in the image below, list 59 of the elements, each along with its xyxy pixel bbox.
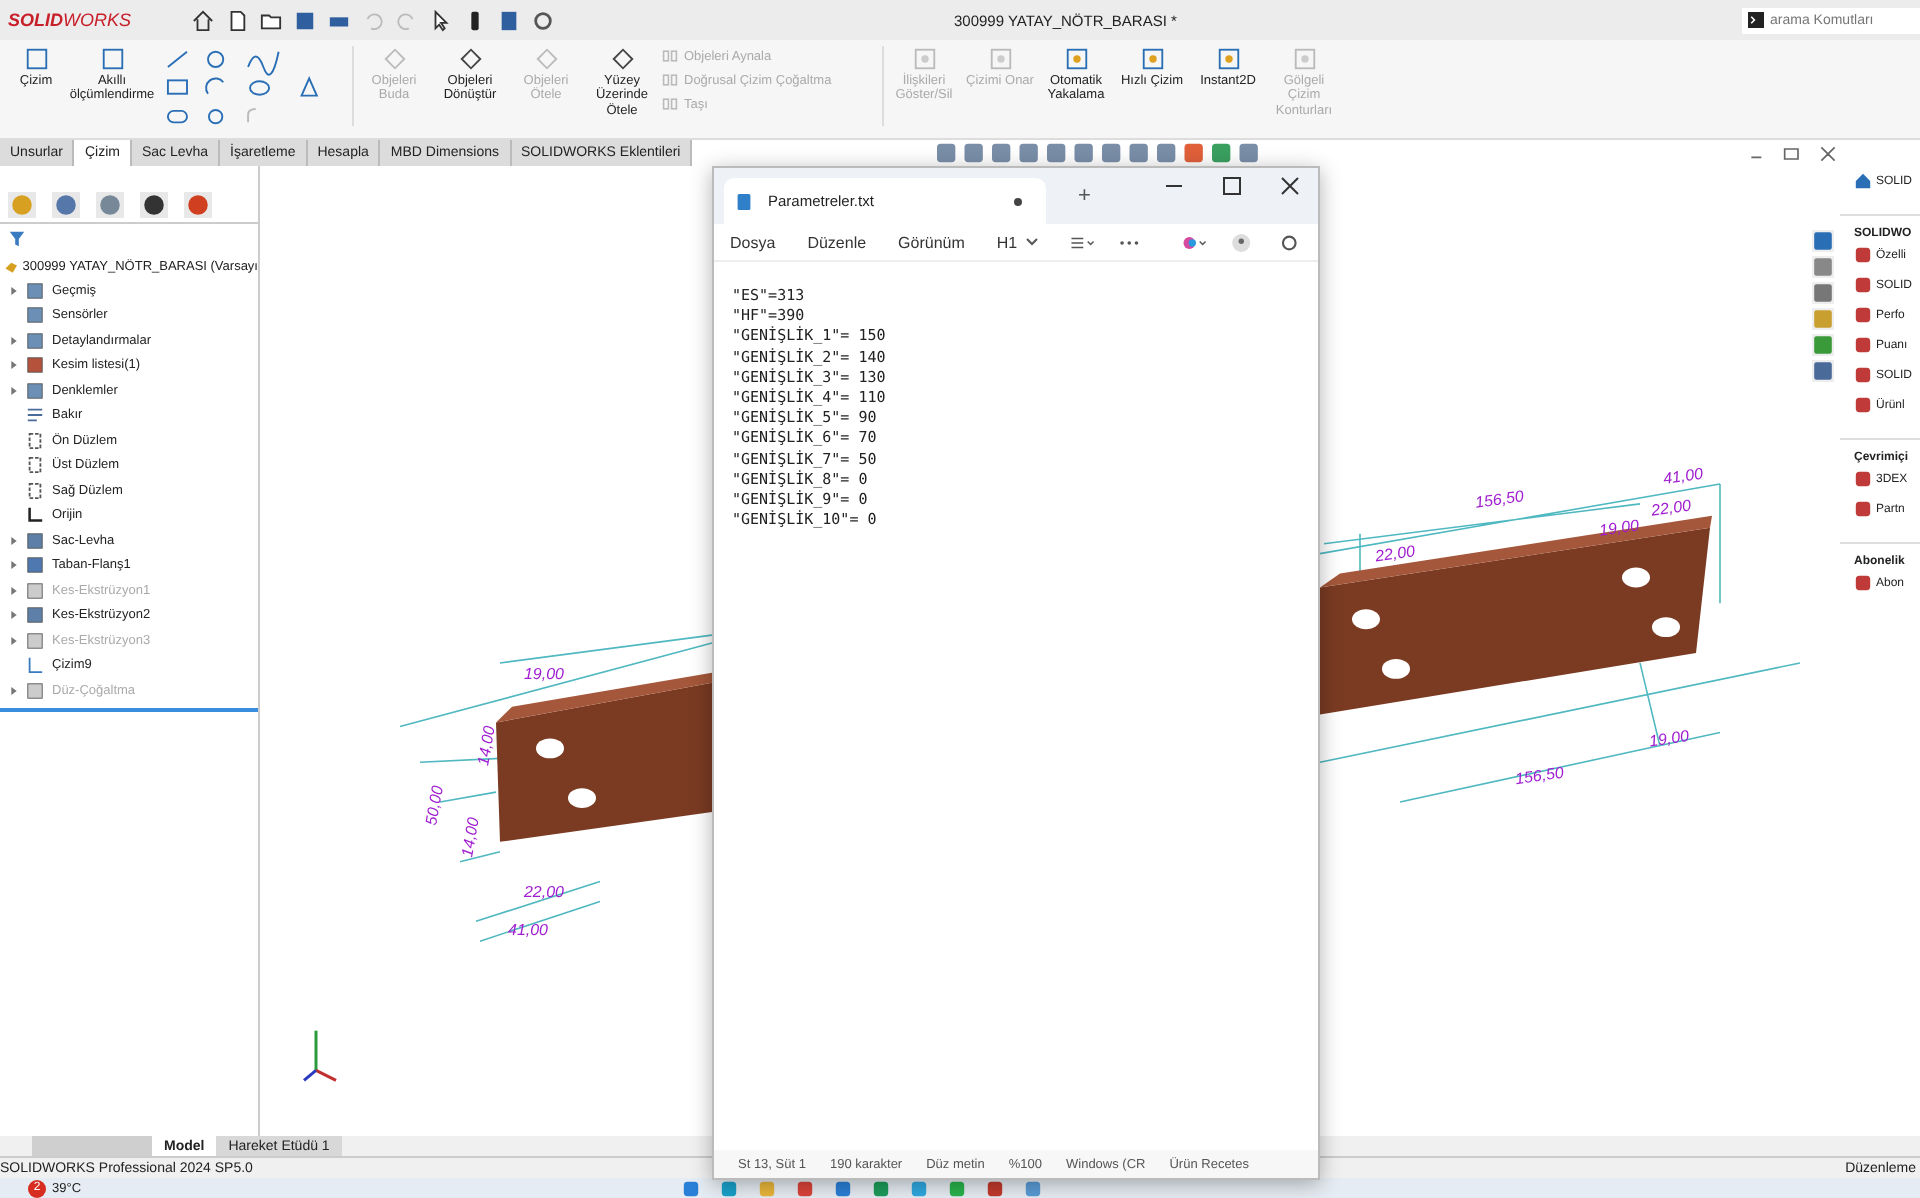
menu-item[interactable]: Düzenle [807, 233, 867, 251]
expand-arrow-icon[interactable] [10, 335, 18, 346]
new-tab-button[interactable]: + [1078, 184, 1091, 208]
window-controls-icon[interactable] [1162, 176, 1302, 196]
task-pane-tab-icon[interactable] [1812, 360, 1834, 382]
sketch-tool-icon [99, 46, 125, 72]
relation-tool-icon [911, 46, 937, 72]
entity-tool-icon [533, 46, 559, 72]
cursor-icon[interactable] [430, 9, 452, 31]
entity-tool-icon [609, 46, 635, 72]
dimension-label[interactable]: 50,00 [422, 784, 447, 827]
expand-arrow-icon[interactable] [10, 585, 18, 596]
terminal-icon [1748, 12, 1764, 28]
expand-arrow-icon[interactable] [10, 360, 18, 371]
sketch-icon [26, 656, 44, 675]
account-icon[interactable] [1228, 233, 1256, 251]
caret-icon [1025, 238, 1038, 246]
dimension-label[interactable]: 14,00 [474, 724, 499, 767]
heading-dropdown[interactable]: H1 [996, 233, 1038, 251]
task-pane-tab-icon[interactable] [1812, 230, 1834, 252]
feature-icon [26, 356, 44, 375]
part-icon [4, 257, 19, 275]
expand-arrow-icon[interactable] [10, 610, 18, 621]
relation-tool-icon [1063, 46, 1089, 72]
task-pane-tab-icon[interactable] [1812, 256, 1834, 278]
task-pane-tab-icon[interactable] [1812, 282, 1834, 304]
pattern-icon [662, 48, 678, 64]
task-pane-tab-icon[interactable] [1812, 334, 1834, 356]
sketch-tool-icon [23, 46, 49, 72]
filter-icon[interactable] [8, 230, 26, 248]
axis-triad-drawing [303, 1030, 337, 1082]
copper-bar-drawing[interactable] [1320, 515, 1712, 715]
expand-arrow-icon[interactable] [10, 385, 18, 396]
pattern-icon [662, 96, 678, 112]
app-logo: SOLIDWORKS [6, 10, 134, 30]
document-icon[interactable] [226, 9, 248, 31]
menu-item[interactable]: Dosya [730, 233, 776, 251]
dimension-label[interactable]: 14,00 [458, 816, 483, 859]
expand-arrow-icon[interactable] [10, 685, 18, 696]
entity-tool-icon [381, 46, 407, 72]
expand-arrow-icon[interactable] [10, 560, 18, 571]
relation-tool-icon [987, 46, 1013, 72]
relation-tool-icon [1139, 46, 1165, 72]
expand-arrow-icon[interactable] [10, 535, 18, 546]
expand-arrow-icon[interactable] [10, 285, 18, 296]
menu-item[interactable]: Görünüm [898, 233, 965, 251]
expand-arrow-icon[interactable] [10, 635, 18, 646]
panel-tab-icon[interactable] [140, 192, 168, 218]
entity-tool-icon [457, 46, 483, 72]
pattern-icon [662, 72, 678, 88]
resource-icon [1854, 574, 1872, 592]
material-icon [26, 406, 44, 425]
origin-icon [26, 506, 44, 525]
relation-tool-icon [1215, 46, 1241, 72]
feature-icon [26, 681, 44, 700]
home-icon [1854, 172, 1872, 190]
copper-bar-drawing[interactable] [496, 672, 712, 842]
relation-tool-icon [1291, 46, 1317, 72]
home-icon[interactable] [192, 9, 214, 31]
